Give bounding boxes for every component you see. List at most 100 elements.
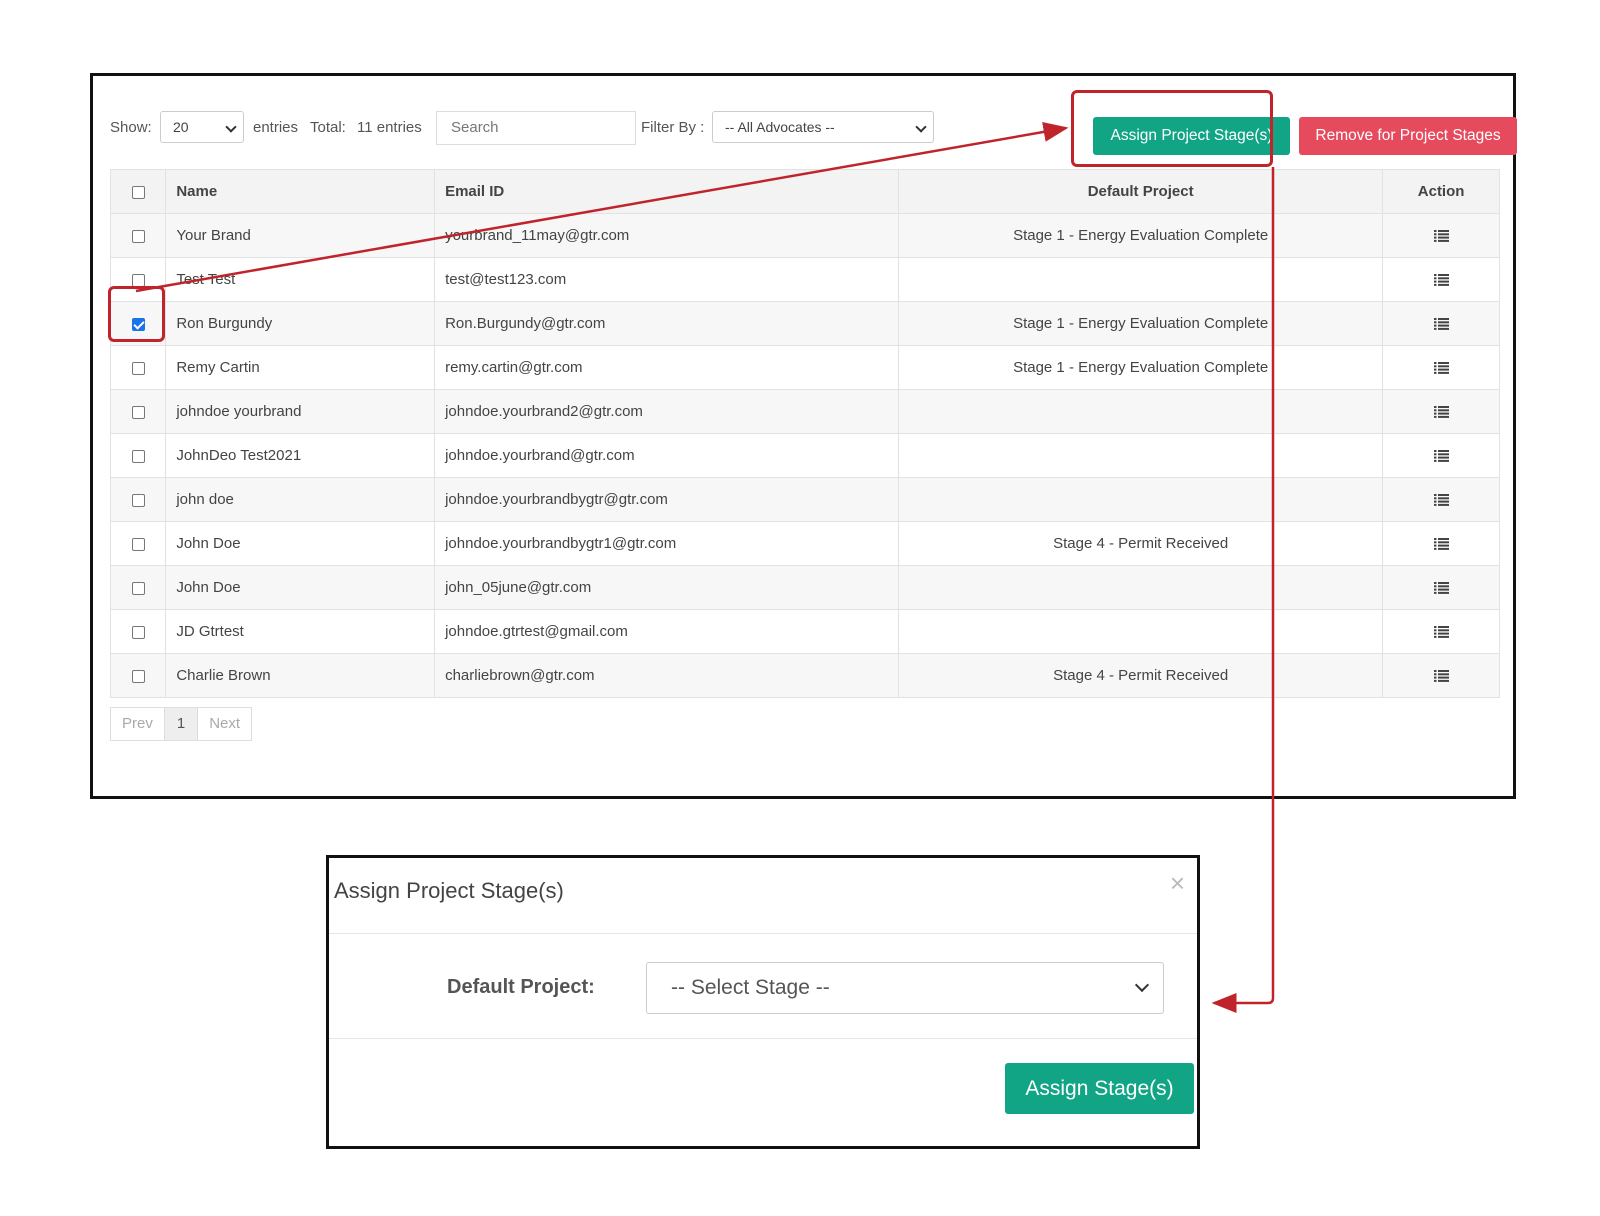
cell-action: [1382, 345, 1500, 390]
cell-default-project: [898, 389, 1384, 434]
cell-name: Remy Cartin: [165, 345, 436, 390]
show-label: Show:: [110, 119, 152, 136]
list-icon[interactable]: [1433, 579, 1449, 596]
row-checkbox[interactable]: [131, 669, 145, 683]
cell-name: Your Brand: [165, 213, 436, 258]
row-checkbox[interactable]: [131, 317, 145, 331]
next-page-button[interactable]: Next: [198, 708, 251, 740]
list-icon[interactable]: [1433, 447, 1449, 464]
row-select-cell: [109, 477, 167, 522]
row-select-cell: [109, 213, 167, 258]
row-select-cell: [109, 609, 167, 654]
list-icon[interactable]: [1433, 359, 1449, 376]
cell-default-project: Stage 4 - Permit Received: [898, 521, 1384, 566]
cell-email: johndoe.yourbrandbygtr@gtr.com: [434, 477, 900, 522]
table-toolbar: Show: 20 entries Total: 11 entries Searc…: [110, 110, 1517, 155]
remove-project-stages-button[interactable]: Remove for Project Stages: [1299, 117, 1517, 155]
row-checkbox[interactable]: [131, 493, 145, 507]
cell-default-project: Stage 1 - Energy Evaluation Complete: [898, 301, 1384, 346]
advocate-filter-select[interactable]: -- All Advocates --: [712, 111, 934, 143]
table-row: John Doe johndoe.yourbrandbygtr1@gtr.com S…: [109, 521, 1500, 566]
cell-action: [1382, 653, 1500, 698]
cell-action: [1382, 301, 1500, 346]
cell-email: test@test123.com: [434, 257, 900, 302]
row-select-cell: [109, 565, 167, 610]
row-select-cell: [109, 345, 167, 390]
list-icon[interactable]: [1433, 271, 1449, 288]
page-size-select[interactable]: 20: [160, 111, 244, 143]
cell-default-project: Stage 1 - Energy Evaluation Complete: [898, 345, 1384, 390]
table-row: JohnDeo Test2021 johndoe.yourbrand@gtr.co…: [109, 433, 1500, 478]
table-row: JD Gtrtest johndoe.gtrtest@gmail.com: [109, 609, 1500, 654]
row-select-cell: [109, 653, 167, 698]
assign-project-stage-button[interactable]: Assign Project Stage(s): [1093, 117, 1290, 155]
chevron-down-icon: [915, 121, 927, 133]
row-checkbox[interactable]: [131, 405, 145, 419]
chevron-down-icon: [225, 121, 237, 133]
header-name[interactable]: Name: [165, 169, 436, 214]
cell-email: johndoe.yourbrandbygtr1@gtr.com: [434, 521, 900, 566]
list-icon[interactable]: [1433, 491, 1449, 508]
table-row: Test Test test@test123.com: [109, 257, 1500, 302]
table-row: John Doe john_05june@gtr.com: [109, 565, 1500, 610]
row-select-cell: [109, 521, 167, 566]
assign-stage-modal: Assign Project Stage(s) × Default Projec…: [326, 855, 1200, 1149]
prev-page-button[interactable]: Prev: [111, 708, 164, 740]
list-icon[interactable]: [1433, 227, 1449, 244]
cell-email: yourbrand_11may@gtr.com: [434, 213, 900, 258]
table-header-row: Name Email ID Default Project Action: [109, 169, 1500, 214]
stage-select-value: -- Select Stage --: [671, 976, 830, 999]
entries-label: entries: [253, 119, 299, 136]
cell-email: johndoe.yourbrand@gtr.com: [434, 433, 900, 478]
row-checkbox[interactable]: [131, 581, 145, 595]
row-checkbox[interactable]: [131, 361, 145, 375]
row-checkbox[interactable]: [131, 273, 145, 287]
cell-action: [1382, 521, 1500, 566]
row-checkbox[interactable]: [131, 229, 145, 243]
advocates-table: Name Email ID Default Project Action You…: [109, 169, 1500, 698]
search-input[interactable]: Search: [436, 111, 636, 145]
cell-action: [1382, 433, 1500, 478]
table-row: john doe johndoe.yourbrandbygtr@gtr.com: [109, 477, 1500, 522]
cell-default-project: [898, 565, 1384, 610]
row-checkbox[interactable]: [131, 449, 145, 463]
cell-action: [1382, 213, 1500, 258]
list-icon[interactable]: [1433, 403, 1449, 420]
list-icon[interactable]: [1433, 535, 1449, 552]
advocates-panel: Show: 20 entries Total: 11 entries Searc…: [90, 73, 1517, 799]
cell-name: JohnDeo Test2021: [165, 433, 436, 478]
stage-select[interactable]: -- Select Stage --: [646, 962, 1164, 1014]
cell-name: johndoe yourbrand: [165, 389, 436, 434]
list-icon[interactable]: [1433, 623, 1449, 640]
header-default-project[interactable]: Default Project: [898, 169, 1384, 214]
row-checkbox[interactable]: [131, 537, 145, 551]
header-email[interactable]: Email ID: [434, 169, 900, 214]
select-all-checkbox[interactable]: [131, 185, 145, 199]
cell-action: [1382, 389, 1500, 434]
row-checkbox[interactable]: [131, 625, 145, 639]
table-row: Your Brand yourbrand_11may@gtr.com Stage 1…: [109, 213, 1500, 258]
table-row: johndoe yourbrand johndoe.yourbrand2@gtr.…: [109, 389, 1500, 434]
cell-name: Ron Burgundy: [165, 301, 436, 346]
row-select-cell: [109, 389, 167, 434]
cell-action: [1382, 477, 1500, 522]
list-icon[interactable]: [1433, 315, 1449, 332]
chevron-down-icon: [1134, 977, 1150, 993]
cell-action: [1382, 565, 1500, 610]
cell-default-project: [898, 477, 1384, 522]
cell-default-project: [898, 433, 1384, 478]
cell-name: JD Gtrtest: [165, 609, 436, 654]
cell-email: johndoe.gtrtest@gmail.com: [434, 609, 900, 654]
list-icon[interactable]: [1433, 667, 1449, 684]
cell-default-project: [898, 609, 1384, 654]
cell-email: john_05june@gtr.com: [434, 565, 900, 610]
close-icon[interactable]: ×: [1170, 870, 1185, 896]
cell-name: John Doe: [165, 521, 436, 566]
total-label: Total:: [310, 119, 346, 136]
assign-stages-submit-button[interactable]: Assign Stage(s): [1005, 1063, 1194, 1114]
advocate-filter-value: -- All Advocates --: [725, 119, 835, 135]
cell-email: Ron.Burgundy@gtr.com: [434, 301, 900, 346]
total-value: 11 entries: [357, 119, 422, 136]
cell-action: [1382, 609, 1500, 654]
page-1-button[interactable]: 1: [163, 708, 199, 740]
